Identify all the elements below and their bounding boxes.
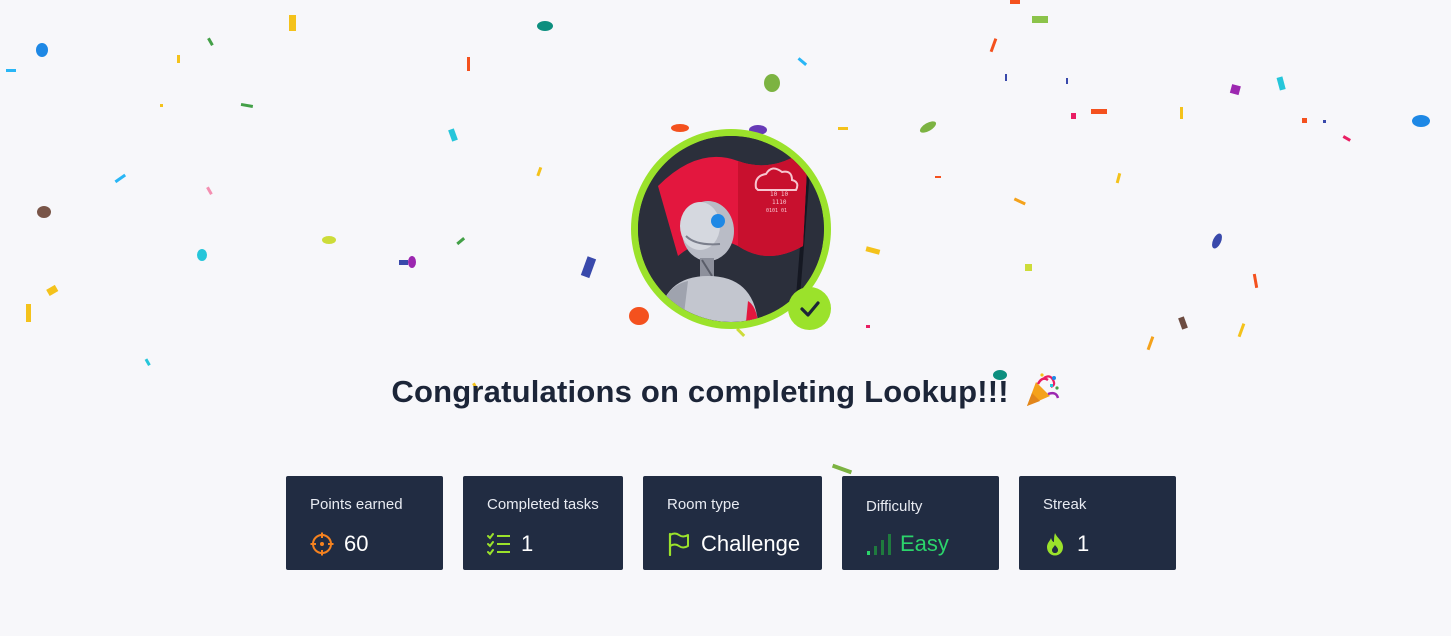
stat-card-room-type: Room type Challenge <box>643 476 822 570</box>
completed-check-icon <box>788 287 831 330</box>
stat-label: Difficulty <box>866 498 923 515</box>
stat-value: 1 <box>521 531 534 556</box>
svg-text:10 10: 10 10 <box>770 191 788 198</box>
stat-card-difficulty: Difficulty Easy <box>842 476 999 570</box>
stat-value: 1 <box>1077 531 1090 556</box>
checklist-icon <box>487 532 511 556</box>
signal-bars-icon <box>866 532 891 556</box>
stat-label: Streak <box>1043 496 1087 513</box>
svg-text:0101 01: 0101 01 <box>766 208 787 214</box>
stat-card-points: Points earned 60 <box>286 476 443 570</box>
completion-heading: Congratulations on completing Lookup!!! <box>0 372 1451 410</box>
flag-icon <box>667 532 691 557</box>
stat-value: 60 <box>344 531 369 556</box>
completion-title: Congratulations on completing Lookup!!! <box>391 374 1009 409</box>
stat-card-streak: Streak 1 <box>1019 476 1176 570</box>
stat-label: Points earned <box>310 496 403 513</box>
flame-icon <box>1043 532 1067 556</box>
stat-label: Room type <box>667 496 740 513</box>
stat-value: Challenge <box>701 531 801 556</box>
svg-text:1110: 1110 <box>772 199 787 206</box>
stat-label: Completed tasks <box>487 496 599 513</box>
room-badge: 10 10 1110 0101 01 <box>631 129 831 330</box>
crosshair-icon <box>310 532 334 556</box>
party-popper-icon <box>1024 372 1060 408</box>
stat-card-completed-tasks: Completed tasks 1 <box>463 476 623 570</box>
stat-value: Easy <box>900 531 949 556</box>
